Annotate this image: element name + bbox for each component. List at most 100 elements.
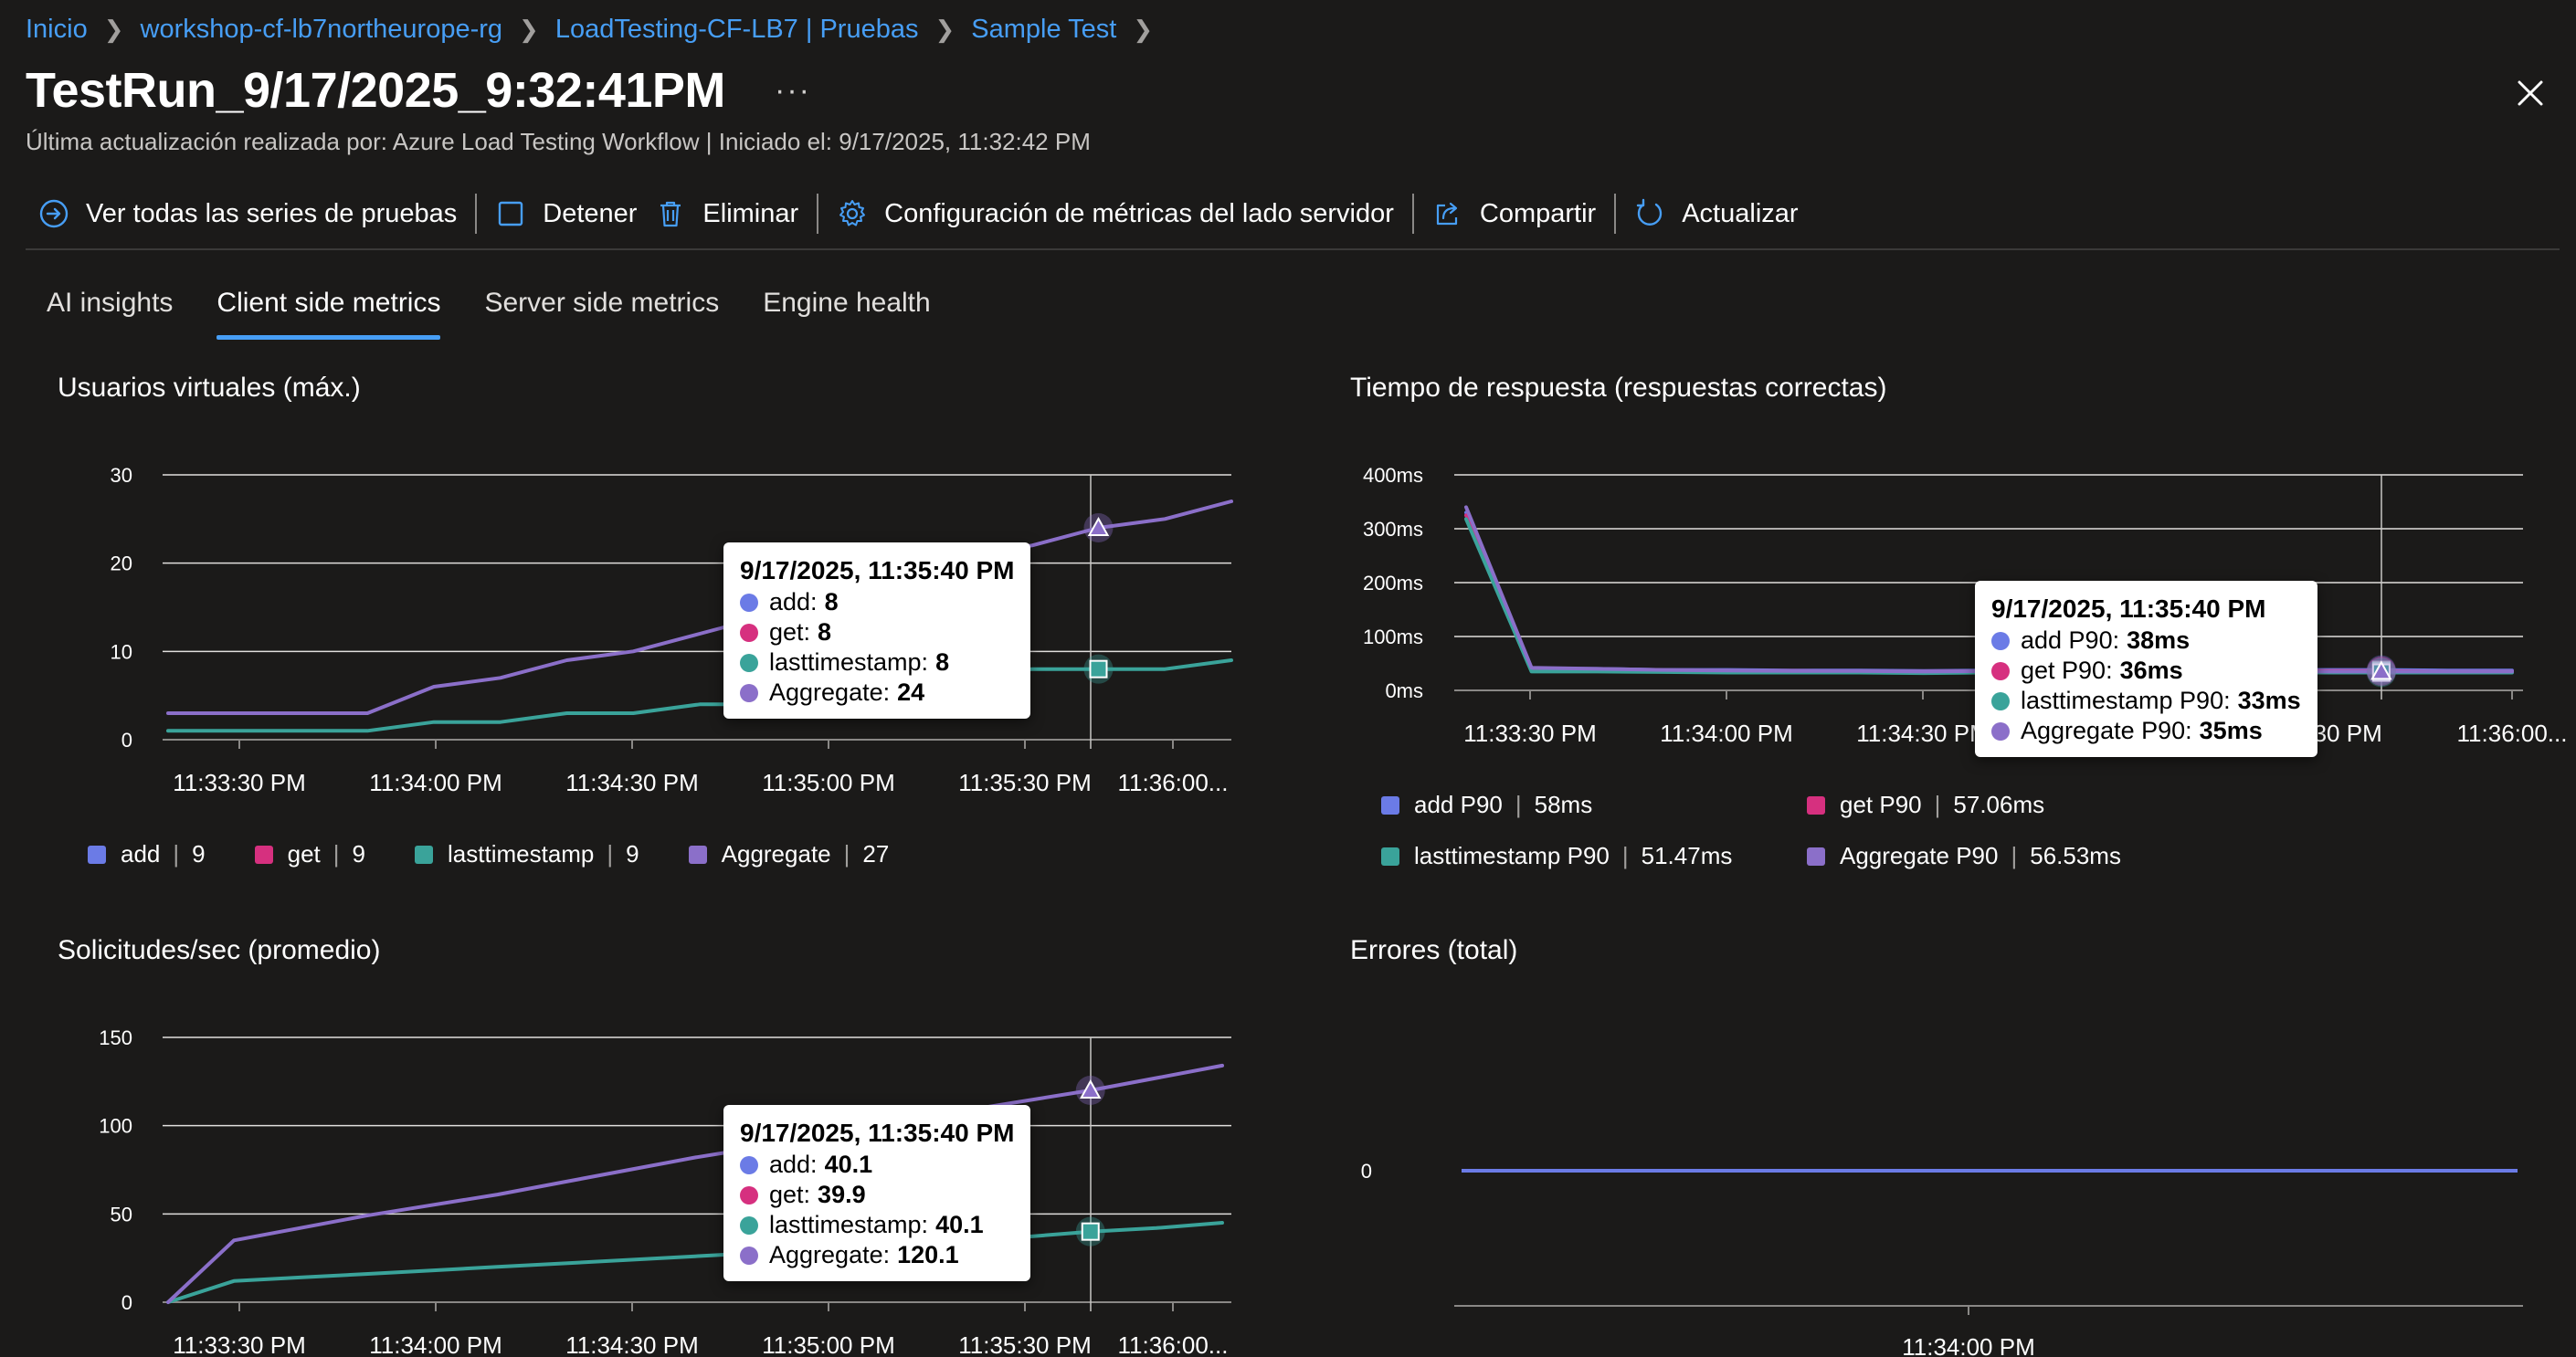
tooltip-label: add P90: [2021, 626, 2120, 654]
gear-icon [839, 200, 866, 226]
x-tick-label: 11:34:30 PM [1856, 720, 1990, 747]
virtual-users-chart[interactable]: 0 10 20 30 11:33:30 PM 11:34:00 PM 11:34:30 PM… [0, 429, 1279, 813]
requests-per-sec-chart[interactable]: 0 50 100 150 11:33:30 PM 11:34:00 PM 11:34:30 … [0, 1005, 1279, 1357]
tooltip-label: add: [769, 588, 818, 615]
server-metrics-config-label: Configuración de métricas del lado servi… [884, 198, 1394, 228]
tooltip-row-add: add: 40.1 [740, 1150, 1014, 1180]
tooltip-row-aggregate: Aggregate: 24 [740, 678, 1014, 708]
y-tick-label: 100 [99, 1115, 132, 1138]
legend-separator: | [1515, 791, 1522, 818]
legend-value: 9 [626, 840, 639, 868]
tooltip-dot [740, 1215, 758, 1235]
legend-name: add P90 [1414, 791, 1503, 818]
legend-item-add-p90[interactable]: add P90 | 58ms [1381, 791, 1856, 819]
tab-client-side-metrics[interactable]: Client side metrics [195, 279, 462, 340]
tooltip-row-aggregate: Aggregate: 120.1 [740, 1240, 1014, 1270]
breadcrumb-link-resource-group[interactable]: workshop-cf-lb7northeurope-rg [141, 15, 503, 45]
view-all-runs-button[interactable]: Ver todas las series de pruebas [26, 188, 475, 239]
tooltip-value: 36ms [2119, 657, 2183, 684]
tooltip-dot [740, 653, 758, 672]
breadcrumb-link-inicio[interactable]: Inicio [26, 15, 88, 45]
share-icon [1436, 202, 1458, 226]
legend-virtual-users: add | 9 get | 9 lasttimestamp | 9 Aggreg… [88, 840, 944, 868]
legend-value: 27 [862, 840, 890, 868]
legend-name: get [287, 840, 321, 868]
legend-value: 56.53ms [2030, 842, 2121, 869]
legend-item-aggregate[interactable]: Aggregate | 27 [688, 840, 890, 868]
legend-separator: | [1621, 842, 1629, 869]
x-tick-label: 11:33:30 PM [1463, 720, 1597, 747]
y-tick-label: 200ms [1363, 572, 1423, 594]
legend-swatch [88, 845, 106, 864]
legend-item-aggregate-p90[interactable]: Aggregate P90 | 56.53ms [1807, 842, 2282, 870]
tooltip-value: 8 [824, 588, 839, 615]
legend-swatch [1807, 847, 1825, 866]
series-line-aggregate [166, 1063, 1224, 1304]
page-subtitle: Última actualización realizada por: Azur… [26, 128, 1091, 155]
tooltip-row-lasttimestamp: lasttimestamp: 40.1 [740, 1210, 1014, 1240]
y-tick-label: 30 [111, 464, 132, 487]
breadcrumb: Inicio ❯ workshop-cf-lb7northeurope-rg ❯… [26, 11, 1169, 47]
tab-ai-insights[interactable]: AI insights [26, 279, 195, 334]
tooltip-row-add: add: 8 [740, 587, 1014, 617]
navigate-icon [39, 199, 69, 228]
tooltip-value: 39.9 [818, 1181, 866, 1208]
legend-item-lasttimestamp-p90[interactable]: lasttimestamp P90 | 51.47ms [1381, 842, 1856, 870]
trash-icon [660, 201, 681, 227]
server-metrics-config-button[interactable]: Configuración de métricas del lado servi… [818, 188, 1412, 239]
tooltip-value: 40.1 [935, 1211, 984, 1238]
tooltip-label: get P90: [2021, 657, 2113, 684]
x-tick-label: 11:34:00 PM [369, 1331, 502, 1357]
refresh-button[interactable]: Actualizar [1616, 188, 1816, 239]
tooltip-title: 9/17/2025, 11:35:40 PM [1991, 594, 2266, 623]
legend-separator: | [843, 840, 850, 868]
share-button[interactable]: Compartir [1414, 188, 1614, 239]
y-tick-label: 0ms [1385, 679, 1423, 702]
errors-chart[interactable]: 0 11:34:00 PM [1279, 1005, 2576, 1357]
stop-icon [499, 201, 523, 226]
series-line-lasttimestamp [166, 1221, 1224, 1304]
legend-item-get[interactable]: get | 9 [254, 840, 365, 868]
response-time-chart[interactable]: 0ms 100ms 200ms 300ms 400ms 11:33:30 PM 11:34:… [1279, 429, 2576, 776]
tooltip-row-lasttimestamp-p90: lasttimestamp P90: 33ms [1991, 686, 2301, 716]
x-tick-label: 11:33:30 PM [173, 1331, 306, 1357]
more-icon[interactable]: ··· [775, 73, 811, 109]
tooltip-row-get: get: 8 [740, 617, 1014, 647]
tooltip-dot [1991, 631, 2010, 650]
y-tick-label: 0 [1361, 1160, 1372, 1183]
breadcrumb-link-sample-test[interactable]: Sample Test [971, 15, 1116, 45]
x-tick-label: 11:35:30 PM [958, 1331, 1092, 1357]
tooltip-row-lasttimestamp: lasttimestamp: 8 [740, 647, 1014, 678]
x-tick-label: 11:34:00 PM [369, 769, 502, 796]
x-tick-label: 11:36:00... [1118, 1331, 1229, 1357]
hover-marker-square [1089, 659, 1108, 678]
metrics-tabs: AI insights Client side metrics Server s… [26, 279, 953, 340]
refresh-icon [1637, 198, 1663, 226]
legend-item-lasttimestamp[interactable]: lasttimestamp | 9 [415, 840, 639, 868]
legend-name: Aggregate P90 [1840, 842, 1999, 869]
close-icon[interactable] [2512, 75, 2549, 111]
y-tick-label: 50 [111, 1203, 132, 1226]
legend-separator: | [1934, 791, 1941, 818]
legend-name: add [121, 840, 161, 868]
tooltip-dot [740, 623, 758, 642]
tab-engine-health[interactable]: Engine health [741, 279, 953, 334]
stop-button[interactable]: Detener [477, 188, 655, 239]
chevron-right-icon: ❯ [519, 15, 539, 43]
legend-item-get-p90[interactable]: get P90 | 57.06ms [1807, 791, 2282, 819]
y-tick-label: 10 [111, 640, 132, 663]
chevron-right-icon: ❯ [934, 15, 955, 43]
legend-name: lasttimestamp P90 [1414, 842, 1610, 869]
delete-button[interactable]: Eliminar [655, 188, 817, 239]
tooltip-dot [740, 1246, 758, 1265]
tab-server-side-metrics[interactable]: Server side metrics [462, 279, 741, 334]
y-tick-label: 150 [99, 1026, 132, 1049]
legend-item-add[interactable]: add | 9 [88, 840, 206, 868]
view-all-runs-label: Ver todas las series de pruebas [86, 198, 458, 228]
chart-title-response-time: Tiempo de respuesta (respuestas correcta… [1350, 373, 1887, 403]
tooltip-label: Aggregate P90: [2021, 717, 2192, 744]
tooltip-dot [1991, 721, 2010, 741]
tooltip-virtual-users: 9/17/2025, 11:35:40 PM add: 8 get: 8 lastt… [723, 542, 1031, 719]
x-tick-label: 11:33:30 PM [173, 769, 306, 796]
breadcrumb-link-load-testing[interactable]: LoadTesting-CF-LB7 | Pruebas [555, 15, 919, 45]
